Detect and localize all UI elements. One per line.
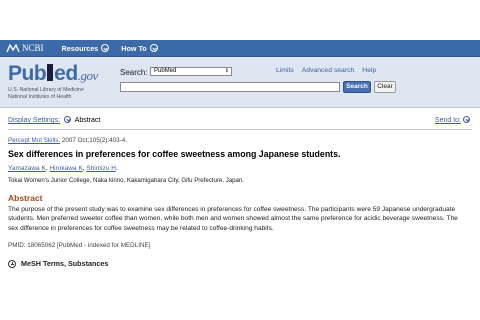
pubmed-logo[interactable]: Pub ed.gov U.S. National Library of Medic… (8, 61, 118, 100)
ncbi-logo-icon (6, 43, 20, 52)
search-input[interactable] (120, 82, 340, 92)
ncbi-topbar: NCBI Resources How To (0, 40, 480, 57)
display-format: Abstract (74, 117, 101, 124)
header-links: Limits Advanced search Help (276, 67, 384, 74)
affiliation: Tokai Women's Junior College, Naka kirin… (8, 177, 244, 184)
journal-link[interactable]: Percept Mot Skills. (8, 137, 60, 144)
pubmed-logo-bar-icon (47, 64, 54, 81)
clear-button[interactable]: Clear (374, 81, 396, 93)
author-link[interactable]: Yamazawa K (8, 165, 46, 172)
send-to-link[interactable]: Send to: (435, 116, 472, 124)
abstract-text: The purpose of the present study was to … (8, 206, 458, 232)
author-link[interactable]: Shimizu H (86, 165, 116, 172)
advanced-search-link[interactable]: Advanced search (302, 67, 355, 74)
author-list: Yamazawa K, Hirokawa K, Shimizu H. (8, 165, 118, 172)
search-button[interactable]: Search (343, 81, 371, 93)
mesh-terms-label: MeSH Terms, Substances (21, 259, 109, 268)
author-link[interactable]: Hirokawa K (49, 165, 82, 172)
how-to-menu-label: How To (121, 43, 147, 53)
citation: Percept Mot Skills. 2007 Oct;105(2):403-… (8, 137, 127, 144)
select-arrows-icon: ⇕ (224, 68, 229, 74)
chevron-down-icon (463, 116, 470, 123)
search-header: Pub ed.gov U.S. National Library of Medic… (0, 57, 480, 108)
citation-details: 2007 Oct;105(2):403-4. (61, 137, 127, 144)
database-select-value: PubMed (154, 68, 177, 74)
divider (8, 129, 472, 130)
chevron-down-icon[interactable] (64, 116, 72, 123)
mesh-terms-toggle[interactable]: MeSH Terms, Substances (8, 259, 108, 268)
resources-menu-label: Resources (61, 43, 99, 53)
pmid-line: PMID: 18065062 [PubMed - indexed for MED… (8, 242, 151, 249)
chevron-down-icon (101, 44, 110, 52)
ncbi-logo[interactable]: NCBI (6, 43, 44, 53)
resources-menu[interactable]: Resources (62, 44, 110, 53)
abstract-heading: Abstract (8, 193, 43, 203)
display-settings-row: Display Settings: Abstract Send to: (8, 116, 472, 126)
limits-link[interactable]: Limits (276, 67, 294, 74)
search-label: Search: (120, 68, 148, 77)
database-select[interactable]: PubMed ⇕ (150, 67, 232, 76)
chevron-down-icon (149, 44, 158, 52)
pubmed-wordmark: Pub ed.gov (8, 62, 98, 85)
help-link[interactable]: Help (362, 67, 376, 74)
ncbi-label: NCBI (22, 43, 44, 53)
article-title: Sex differences in preferences for coffe… (8, 149, 341, 159)
logo-subtitle-nih: National Institutes of Health (8, 93, 72, 100)
display-settings-link[interactable]: Display Settings: (8, 117, 60, 124)
plus-icon (8, 259, 16, 268)
how-to-menu[interactable]: How To (121, 43, 158, 53)
